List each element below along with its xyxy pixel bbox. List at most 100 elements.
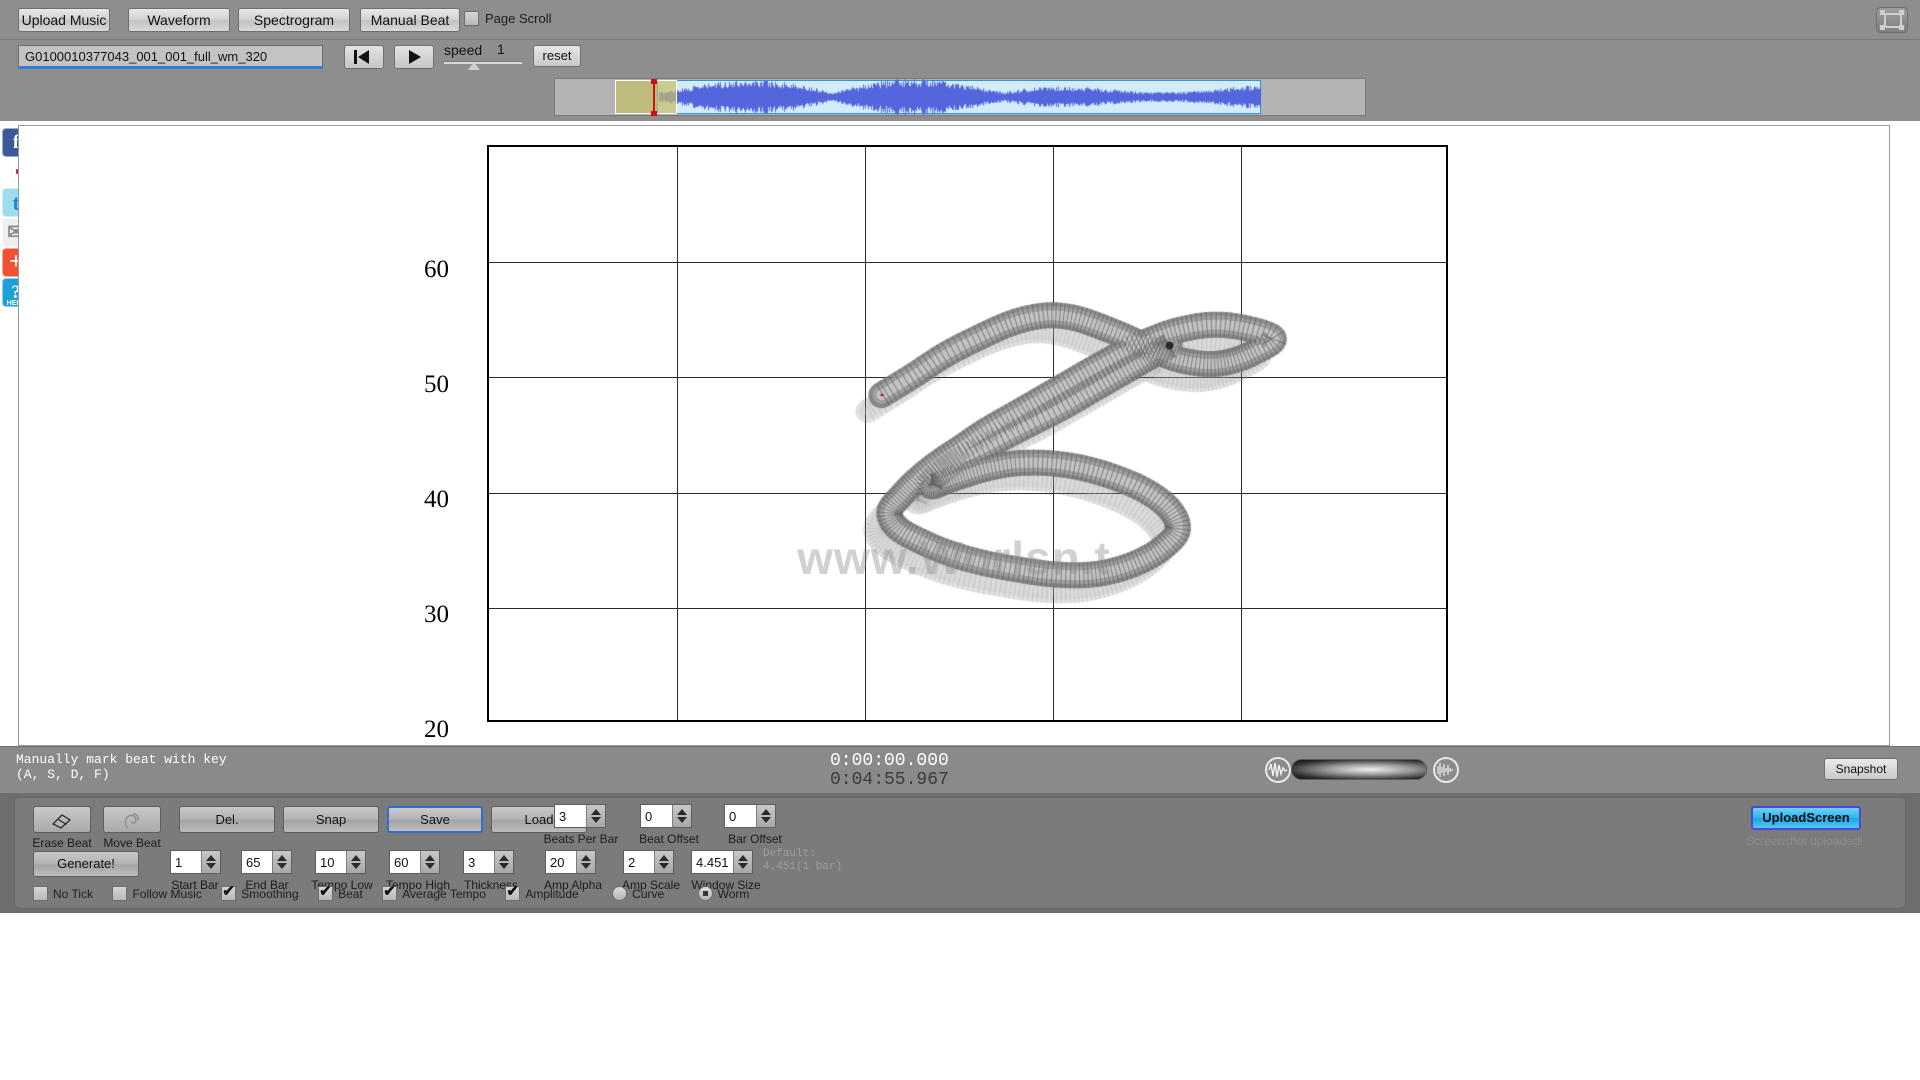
y-tick-40: 40 [424,486,449,513]
amp-alpha-spinner[interactable] [545,850,596,874]
no-tick-checkbox[interactable]: No Tick [33,886,93,902]
move-beat-button[interactable] [103,806,161,833]
amplitude-box[interactable] [505,883,521,902]
thickness-spinner[interactable] [463,850,514,874]
save-button[interactable]: Save [387,806,483,833]
transport-row: speed 1 reset [0,40,1920,73]
beats-per-bar-arrows[interactable] [586,805,605,827]
volume-wave-icon[interactable] [1265,757,1291,783]
keyboard-hint-line1: Manually mark beat with key [16,752,227,767]
smoothing-checkbox[interactable]: Smoothing [221,883,299,902]
play-button[interactable] [394,45,434,69]
thickness-arrows[interactable] [494,851,513,873]
curve-label: Curve [632,886,665,901]
start-bar-spinner[interactable] [170,850,221,874]
tempo-high-input[interactable] [390,851,420,873]
beats-per-bar-label: Beats Per Bar [543,832,619,846]
beat-offset-arrows[interactable] [672,805,691,827]
amp-alpha-input[interactable] [546,851,576,873]
start-bar-input[interactable] [171,851,201,873]
amp-scale-spinner[interactable] [623,850,674,874]
bar-offset-label: Bar Offset [728,832,782,846]
no-tick-box[interactable] [33,886,48,902]
reset-button[interactable]: reset [533,45,581,67]
speed-slider-thumb[interactable] [468,62,480,70]
control-panel: Erase Beat Move Beat Del. Snap Save Load… [0,793,1920,913]
speed-slider-track[interactable] [444,61,522,64]
upload-music-button[interactable]: Upload Music [18,8,110,32]
time-current: 0:00:00.000 [830,751,949,771]
beat-box[interactable] [318,883,334,902]
del-button[interactable]: Del. [179,806,275,833]
curve-radio[interactable]: Curve [612,886,665,902]
bar-offset-arrows[interactable] [756,805,775,827]
snapshot-button[interactable]: Snapshot [1824,758,1898,780]
tempo-high-arrows[interactable] [420,851,439,873]
page-scroll-control[interactable]: Page Scroll [464,10,551,27]
speed-label: speed [444,42,483,58]
waveform-overview[interactable] [554,78,1366,116]
manual-beat-button[interactable]: Manual Beat [360,8,460,32]
volume-slider[interactable] [1291,759,1427,780]
page-scroll-checkbox[interactable] [464,11,479,27]
start-bar-arrows[interactable] [201,851,220,873]
speed-value: 1 [497,41,505,57]
upload-screen-button[interactable]: UploadScreen [1751,806,1861,830]
beat-checkbox[interactable]: Beat [318,883,363,902]
tempo-low-input[interactable] [316,851,346,873]
skip-to-start-button[interactable] [344,45,384,69]
beats-per-bar-input[interactable] [555,805,586,827]
end-bar-spinner[interactable] [241,850,292,874]
average-tempo-label: Average Tempo [402,886,486,901]
waveform-button[interactable]: Waveform [128,8,230,32]
keyboard-hint: Manually mark beat with key (A, S, D, F) [16,752,227,782]
worm-radio[interactable]: Worm [697,886,749,902]
beat-offset-input[interactable] [641,805,672,827]
default-note-line2: 4.451(1 bar) [763,861,843,873]
time-display: 0:00:00.000 0:04:55.967 [830,752,949,790]
average-tempo-box[interactable] [382,883,398,902]
tempo-low-arrows[interactable] [346,851,365,873]
tempo-low-spinner[interactable] [315,850,366,874]
amp-alpha-arrows[interactable] [576,851,595,873]
y-tick-20: 20 [424,716,449,743]
waveform-marker-region[interactable] [615,80,677,114]
waveform-playhead[interactable] [651,79,657,116]
follow-music-box[interactable] [112,886,128,902]
thickness-input[interactable] [464,851,494,873]
camera-icon[interactable] [1876,7,1908,33]
erase-beat-label: Erase Beat [32,836,92,850]
plot-canvas-area[interactable] [487,145,1450,724]
window-size-spinner[interactable] [691,850,753,874]
beat-offset-spinner[interactable] [640,804,692,828]
average-tempo-checkbox[interactable]: Average Tempo [382,883,486,902]
options-row: No Tick Follow Music Smoothing Beat Aver… [33,883,764,903]
end-bar-arrows[interactable] [272,851,291,873]
amplitude-checkbox[interactable]: Amplitude [505,883,579,902]
smoothing-box[interactable] [221,883,237,902]
beat-offset-label: Beat Offset [639,832,699,846]
follow-music-checkbox[interactable]: Follow Music [112,886,202,902]
follow-music-label: Follow Music [132,886,202,901]
end-bar-input[interactable] [242,851,272,873]
window-size-arrows[interactable] [733,851,752,873]
worm-radio-box[interactable] [697,886,713,902]
amp-scale-input[interactable] [624,851,654,873]
spectrogram-button[interactable]: Spectrogram [238,8,350,32]
status-row: Manually mark beat with key (A, S, D, F)… [0,746,1920,793]
amp-scale-arrows[interactable] [654,851,673,873]
window-size-input[interactable] [692,851,733,873]
beats-per-bar-spinner[interactable] [554,804,606,828]
worm-trajectory-canvas [489,147,1450,724]
audio-wave-icon[interactable] [1433,757,1459,783]
erase-beat-button[interactable] [33,806,91,833]
snap-button[interactable]: Snap [283,806,379,833]
filename-input[interactable] [18,45,323,69]
curve-radio-box[interactable] [612,886,628,902]
tempo-high-spinner[interactable] [389,850,440,874]
beat-label: Beat [338,886,363,901]
bar-offset-input[interactable] [725,805,756,827]
bar-offset-spinner[interactable] [724,804,776,828]
generate-button[interactable]: Generate! [33,851,139,877]
default-note-line1: Default: [763,848,816,860]
